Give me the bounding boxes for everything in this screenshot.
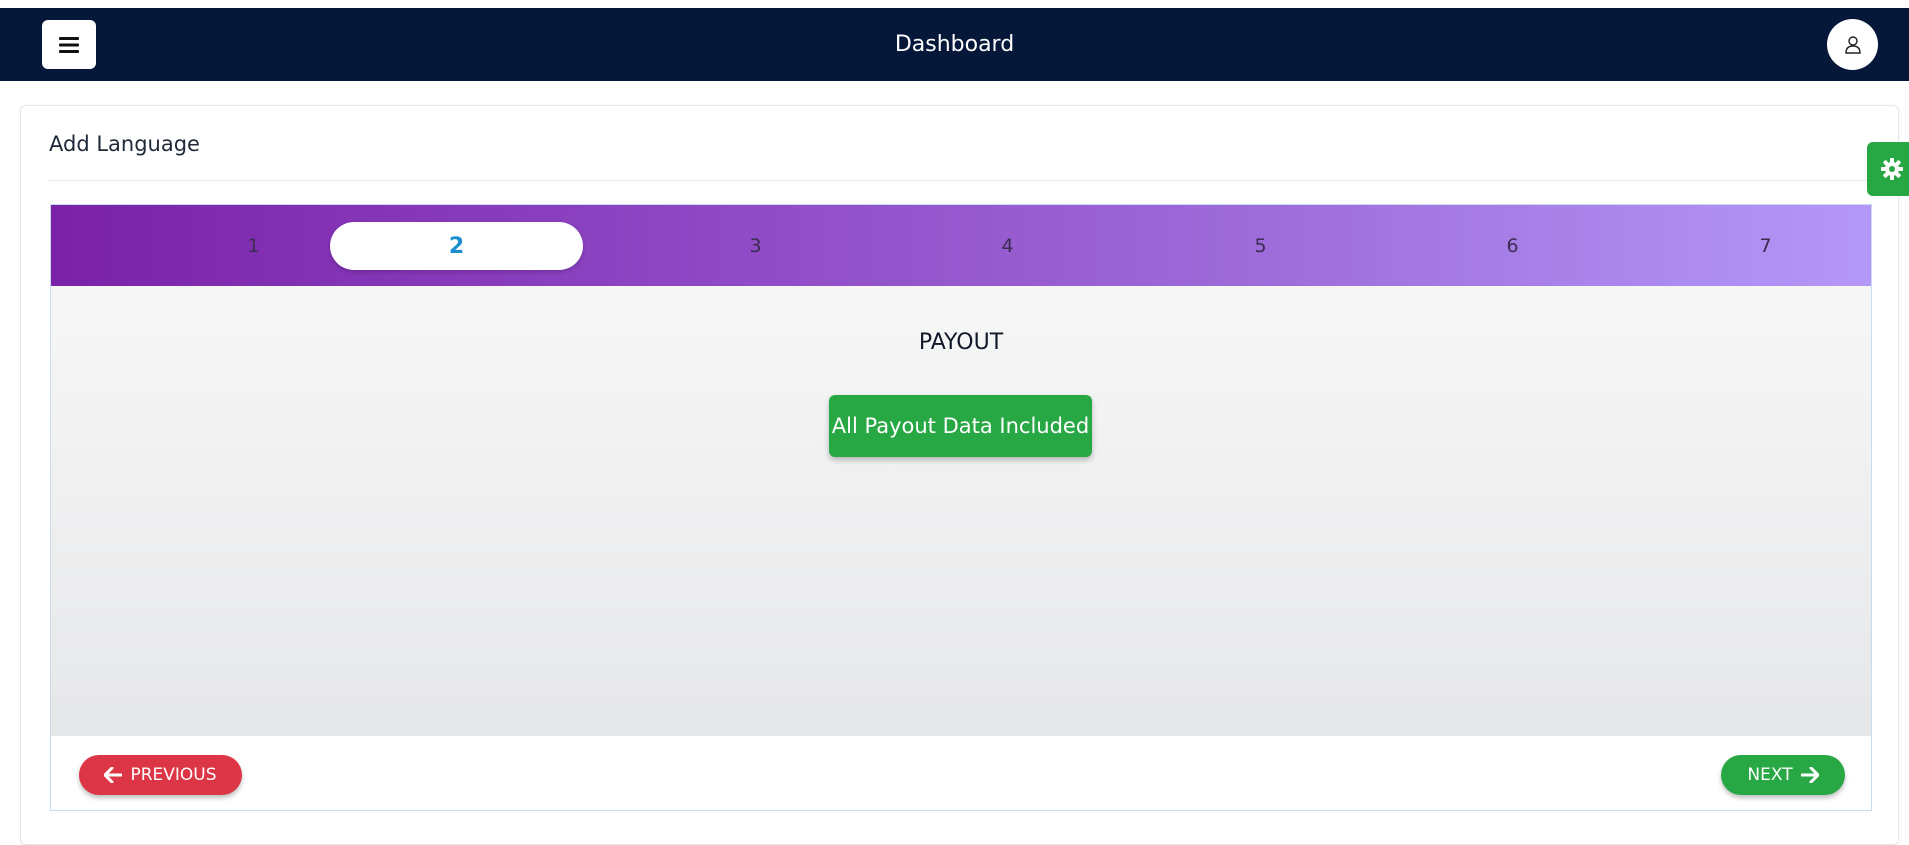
arrow-left-icon [104, 767, 123, 783]
wizard-steps: 1 2 3 4 5 6 7 [51, 205, 1871, 286]
top-navbar: Dashboard [0, 8, 1909, 81]
card-divider [49, 180, 1878, 181]
section-title: PAYOUT [918, 330, 1004, 355]
previous-button[interactable]: PREVIOUS [79, 755, 242, 795]
add-language-card: Add Language 1 2 3 4 5 6 7 PAYOUT All Pa… [20, 105, 1899, 845]
previous-label: PREVIOUS [130, 765, 217, 785]
page-title: Dashboard [894, 32, 1015, 57]
next-label: NEXT [1747, 765, 1793, 785]
next-button[interactable]: NEXT [1721, 755, 1845, 795]
wizard-step-5[interactable]: 5 [1134, 222, 1387, 270]
gear-icon [1881, 158, 1903, 180]
settings-button[interactable] [1867, 142, 1909, 196]
user-avatar-button[interactable] [1827, 19, 1878, 70]
wizard-step-7[interactable]: 7 [1639, 222, 1892, 270]
card-title: Add Language [49, 132, 200, 156]
wizard-content: PAYOUT All Payout Data Included [51, 286, 1871, 736]
wizard-step-6[interactable]: 6 [1386, 222, 1639, 270]
wizard-step-4[interactable]: 4 [881, 222, 1134, 270]
arrow-right-icon [1800, 767, 1819, 783]
language-wizard: 1 2 3 4 5 6 7 PAYOUT All Payout Data Inc… [50, 204, 1872, 811]
top-strip [0, 0, 1909, 8]
all-payout-data-button[interactable]: All Payout Data Included [829, 395, 1092, 457]
wizard-step-3[interactable]: 3 [629, 222, 882, 270]
wizard-step-2[interactable]: 2 [330, 222, 583, 270]
wizard-footer: PREVIOUS NEXT [51, 736, 1871, 810]
user-icon [1844, 35, 1861, 54]
